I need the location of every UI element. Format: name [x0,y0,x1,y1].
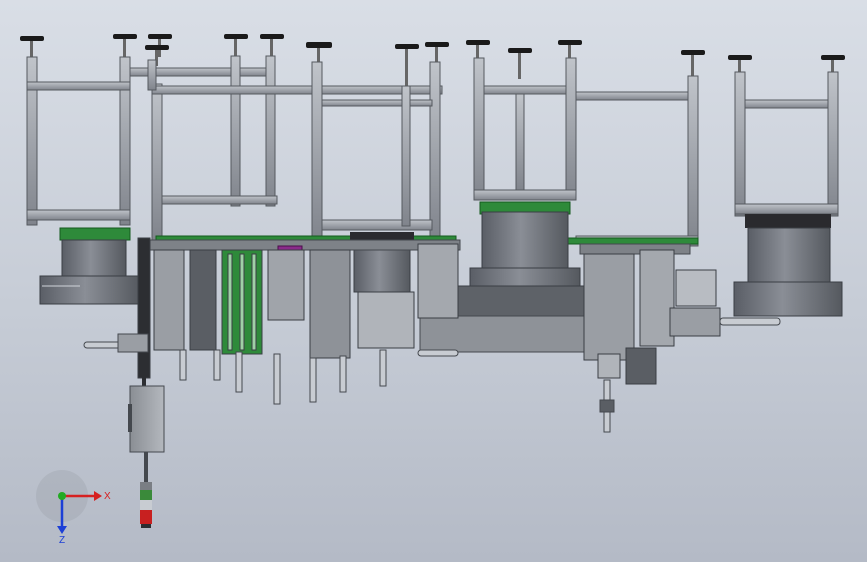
triad-origin [58,492,66,500]
foot [20,36,44,57]
vertical-slides[interactable] [137,237,721,385]
x-axis-label: X [104,491,111,502]
frame-center-left[interactable] [147,55,443,241]
foot [260,34,284,59]
x-axis-arrowhead [94,491,102,501]
vibratory-bowl-right[interactable] [733,214,843,317]
frame-right[interactable] [734,71,839,217]
z-axis-arrowhead [57,526,67,534]
z-axis-label: Z [59,535,65,546]
foot [681,50,705,79]
foot [425,42,449,63]
cad-viewport[interactable]: X Z [0,0,867,562]
foot [224,34,248,59]
foot [728,55,752,72]
vibratory-bowl-left[interactable] [39,239,141,305]
foot [508,48,532,79]
foot [395,44,419,87]
tower-light [140,452,152,528]
foot [306,42,332,62]
coordinate-triad[interactable]: X Z [36,470,111,546]
foot [113,34,137,57]
control-box[interactable] [128,360,165,453]
foot [821,55,845,72]
